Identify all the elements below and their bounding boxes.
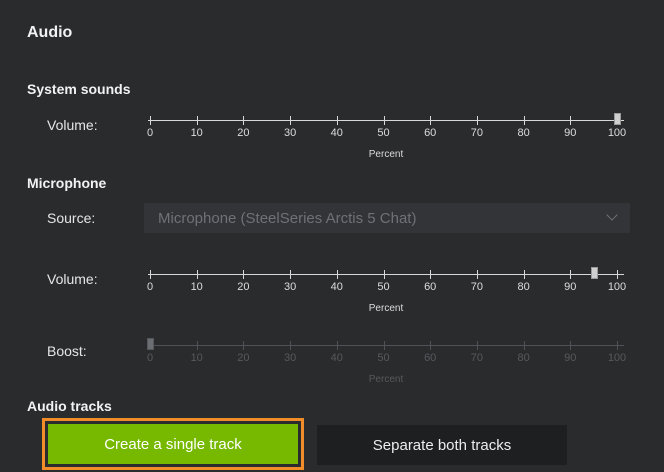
- slider-tick-label: 10: [190, 352, 203, 364]
- slider-tick-label: 10: [190, 127, 203, 139]
- slider-tick-label: 70: [470, 127, 484, 139]
- microphone-boost-slider: 0 10 20 30 40 50 60 70 80 90 100 Percent: [146, 338, 626, 386]
- slider-tick: [430, 116, 432, 125]
- create-single-track-button[interactable]: Create a single track: [48, 424, 298, 464]
- system-volume-label: Volume:: [47, 117, 98, 133]
- microphone-volume-slider[interactable]: 0 10 20 30 40 50 60 70 80 90 100 Percent: [146, 267, 626, 315]
- slider-track: [148, 345, 624, 346]
- slider-tick-label: 70: [470, 281, 484, 293]
- slider-tick-label: 60: [424, 127, 437, 139]
- section-title: Audio: [27, 24, 73, 41]
- slider-tick-label: 20: [237, 127, 250, 139]
- slider-tick-label: 50: [377, 352, 390, 364]
- slider-tick-label: 100: [607, 281, 627, 293]
- slider-tick: [383, 116, 385, 125]
- slider-tick-label: 50: [377, 127, 390, 139]
- slider-tick: [336, 341, 338, 350]
- slider-tick-label: 90: [564, 352, 577, 364]
- slider-tick-label: 20: [237, 352, 250, 364]
- slider-tick-label: 30: [283, 127, 297, 139]
- slider-tick-label: 70: [470, 352, 484, 364]
- slider-tick: [290, 341, 292, 350]
- slider-tick: [570, 270, 572, 279]
- microphone-source-label: Source:: [47, 210, 96, 226]
- slider-tick-label: 50: [377, 281, 390, 293]
- slider-tick: [243, 270, 245, 279]
- slider-tick: [523, 341, 525, 350]
- slider-tick: [196, 116, 198, 125]
- slider-tick: [476, 341, 478, 350]
- slider-tick: [196, 341, 198, 350]
- slider-tick-label: 0: [146, 352, 154, 364]
- microphone-source-value: Microphone (SteelSeries Arctis 5 Chat): [158, 210, 417, 227]
- slider-unit-label: Percent: [368, 149, 404, 160]
- system-volume-slider[interactable]: 0 10 20 30 40 50 60 70 80 90 100 Percent: [146, 113, 626, 161]
- slider-tick: [383, 341, 385, 350]
- microphone-volume-label: Volume:: [47, 271, 98, 287]
- slider-tick: [523, 270, 525, 279]
- slider-tick: [570, 116, 572, 125]
- microphone-boost-label: Boost:: [47, 343, 87, 359]
- slider-tick: [336, 116, 338, 125]
- separate-tracks-button[interactable]: Separate both tracks: [317, 425, 567, 465]
- slider-tick-label: 0: [146, 127, 154, 139]
- slider-tick-label: 90: [564, 281, 577, 293]
- slider-tick: [523, 116, 525, 125]
- slider-tick: [290, 270, 292, 279]
- slider-track: [148, 120, 624, 121]
- system-sounds-heading: System sounds: [27, 81, 131, 97]
- slider-tick-label: 30: [283, 352, 297, 364]
- slider-tick-label: 80: [517, 352, 530, 364]
- slider-tick: [243, 116, 245, 125]
- slider-tick-label: 40: [330, 281, 343, 293]
- slider-tick: [150, 116, 151, 125]
- slider-tick-label: 0: [146, 281, 154, 293]
- slider-tick: [196, 270, 198, 279]
- slider-tick: [617, 270, 618, 279]
- slider-tick: [476, 116, 478, 125]
- slider-tick: [243, 341, 245, 350]
- slider-tick-label: 20: [237, 281, 250, 293]
- slider-thumb[interactable]: [614, 113, 621, 125]
- slider-tick: [290, 116, 292, 125]
- slider-tick: [150, 270, 151, 279]
- slider-tick: [617, 341, 618, 350]
- slider-tick: [430, 341, 432, 350]
- slider-tick-label: 60: [424, 281, 437, 293]
- slider-unit-label: Percent: [368, 303, 404, 314]
- slider-thumb[interactable]: [147, 338, 154, 350]
- slider-tick: [336, 270, 338, 279]
- slider-tick-label: 10: [190, 281, 203, 293]
- single-track-highlight: Create a single track: [42, 418, 304, 470]
- slider-tick: [383, 270, 385, 279]
- slider-tick-label: 90: [564, 127, 577, 139]
- slider-tick-label: 100: [607, 127, 627, 139]
- slider-tick-label: 40: [330, 127, 343, 139]
- audio-tracks-heading: Audio tracks: [27, 398, 112, 414]
- slider-tick: [476, 270, 478, 279]
- microphone-source-dropdown[interactable]: Microphone (SteelSeries Arctis 5 Chat): [144, 203, 630, 233]
- slider-tick-label: 100: [607, 352, 627, 364]
- slider-tick-label: 30: [283, 281, 297, 293]
- slider-tick-label: 60: [424, 352, 437, 364]
- slider-unit-label: Percent: [368, 374, 404, 385]
- slider-track: [148, 274, 624, 275]
- slider-tick-label: 80: [517, 281, 530, 293]
- slider-thumb[interactable]: [590, 267, 598, 279]
- chevron-down-icon: [606, 209, 618, 221]
- slider-tick: [430, 270, 432, 279]
- microphone-heading: Microphone: [27, 175, 107, 191]
- slider-tick-label: 40: [330, 352, 343, 364]
- slider-tick: [570, 341, 572, 350]
- slider-tick-label: 80: [517, 127, 530, 139]
